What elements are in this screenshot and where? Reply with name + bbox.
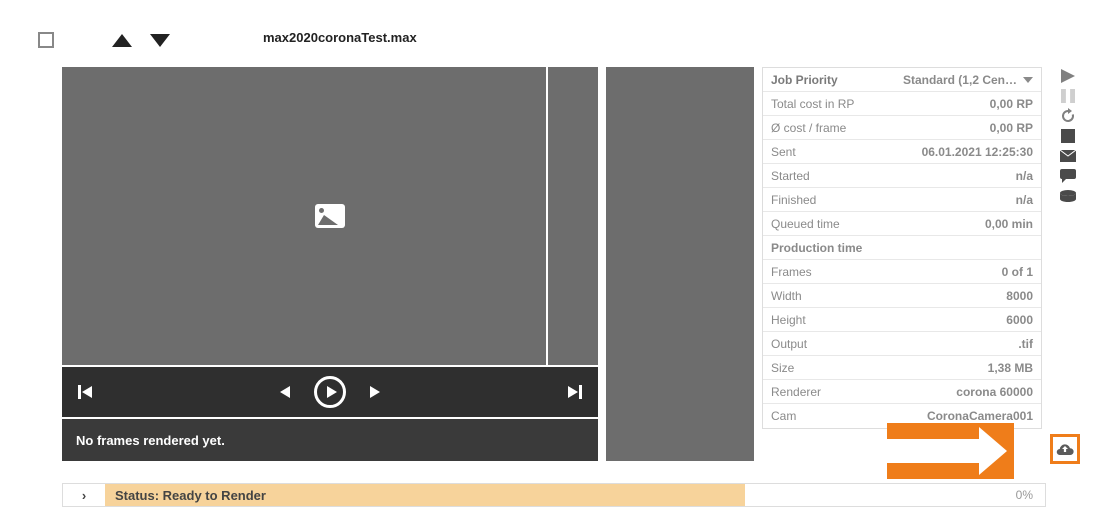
pause-icon[interactable] [1059, 88, 1077, 104]
info-label: Height [771, 313, 806, 327]
expand-status-icon[interactable]: › [63, 484, 105, 506]
status-bar: › Status: Ready to Render 0% [62, 483, 1046, 507]
info-row: Frames 0 of 1 [763, 260, 1041, 284]
preview-image-area [62, 67, 598, 365]
info-label: Started [771, 169, 810, 183]
info-value: 06.01.2021 12:25:30 [922, 145, 1033, 159]
info-value: corona 60000 [956, 385, 1033, 399]
mail-icon[interactable] [1059, 148, 1077, 164]
info-label: Queued time [771, 217, 840, 231]
frames-status-message: No frames rendered yet. [62, 419, 598, 461]
info-row: Ø cost / frame 0,00 RP [763, 116, 1041, 140]
preview-panel: No frames rendered yet. [62, 67, 598, 461]
info-label: Production time [771, 241, 862, 255]
info-value: 1,38 MB [988, 361, 1033, 375]
refresh-icon[interactable] [1059, 108, 1077, 124]
info-value: n/a [1016, 169, 1033, 183]
info-label: Output [771, 337, 807, 351]
info-row: Production time [763, 236, 1041, 260]
info-row: Height 6000 [763, 308, 1041, 332]
info-row: Renderer corona 60000 [763, 380, 1041, 404]
info-label: Width [771, 289, 802, 303]
info-value: 8000 [1006, 289, 1033, 303]
info-value: Standard (1,2 Cen… [903, 73, 1017, 87]
info-label: Finished [771, 193, 816, 207]
info-row: Finished n/a [763, 188, 1041, 212]
info-value: 0,00 RP [990, 97, 1033, 111]
info-label: Job Priority [771, 73, 838, 87]
info-label: Ø cost / frame [771, 121, 846, 135]
info-row-priority[interactable]: Job Priority Standard (1,2 Cen… [763, 68, 1041, 92]
info-row: Width 8000 [763, 284, 1041, 308]
info-label: Renderer [771, 385, 821, 399]
placeholder-image-icon [315, 204, 345, 228]
move-down-icon[interactable] [150, 34, 170, 47]
info-label: Size [771, 361, 794, 375]
prev-frame-button[interactable] [280, 386, 290, 398]
info-row: Queued time 0,00 min [763, 212, 1041, 236]
next-frame-button[interactable] [370, 386, 380, 398]
info-value: .tif [1018, 337, 1033, 351]
file-name: max2020coronaTest.max [263, 30, 417, 45]
info-label: Total cost in RP [771, 97, 854, 111]
info-row: Output .tif [763, 332, 1041, 356]
last-frame-button[interactable] [568, 385, 582, 399]
status-percent: 0% [1016, 488, 1045, 502]
info-label: Cam [771, 409, 796, 423]
player-bar [62, 367, 598, 417]
info-row: Size 1,38 MB [763, 356, 1041, 380]
info-value: 0,00 min [985, 217, 1033, 231]
upload-button-highlight[interactable] [1050, 434, 1080, 464]
info-value: 0 of 1 [1002, 265, 1033, 279]
status-label: Status: Ready to Render [105, 484, 745, 506]
info-value: 6000 [1006, 313, 1033, 327]
attention-arrow [887, 423, 1014, 479]
cloud-upload-icon [1056, 442, 1074, 456]
info-row: Sent 06.01.2021 12:25:30 [763, 140, 1041, 164]
info-value: CoronaCamera001 [927, 409, 1033, 423]
play-button[interactable] [314, 376, 346, 408]
info-row: Total cost in RP 0,00 RP [763, 92, 1041, 116]
info-label: Sent [771, 145, 796, 159]
stop-icon[interactable] [1059, 128, 1077, 144]
side-toolbar [1056, 68, 1080, 204]
select-checkbox[interactable] [38, 32, 54, 48]
info-value: n/a [1016, 193, 1033, 207]
disk-icon[interactable] [1059, 188, 1077, 204]
play-icon[interactable] [1059, 68, 1077, 84]
first-frame-button[interactable] [78, 385, 92, 399]
job-info-panel: Job Priority Standard (1,2 Cen… Total co… [762, 67, 1042, 429]
chat-icon[interactable] [1059, 168, 1077, 184]
secondary-preview-panel [606, 67, 754, 461]
info-row: Started n/a [763, 164, 1041, 188]
chevron-down-icon [1023, 77, 1033, 83]
info-value: 0,00 RP [990, 121, 1033, 135]
move-up-icon[interactable] [112, 34, 132, 47]
info-label: Frames [771, 265, 812, 279]
